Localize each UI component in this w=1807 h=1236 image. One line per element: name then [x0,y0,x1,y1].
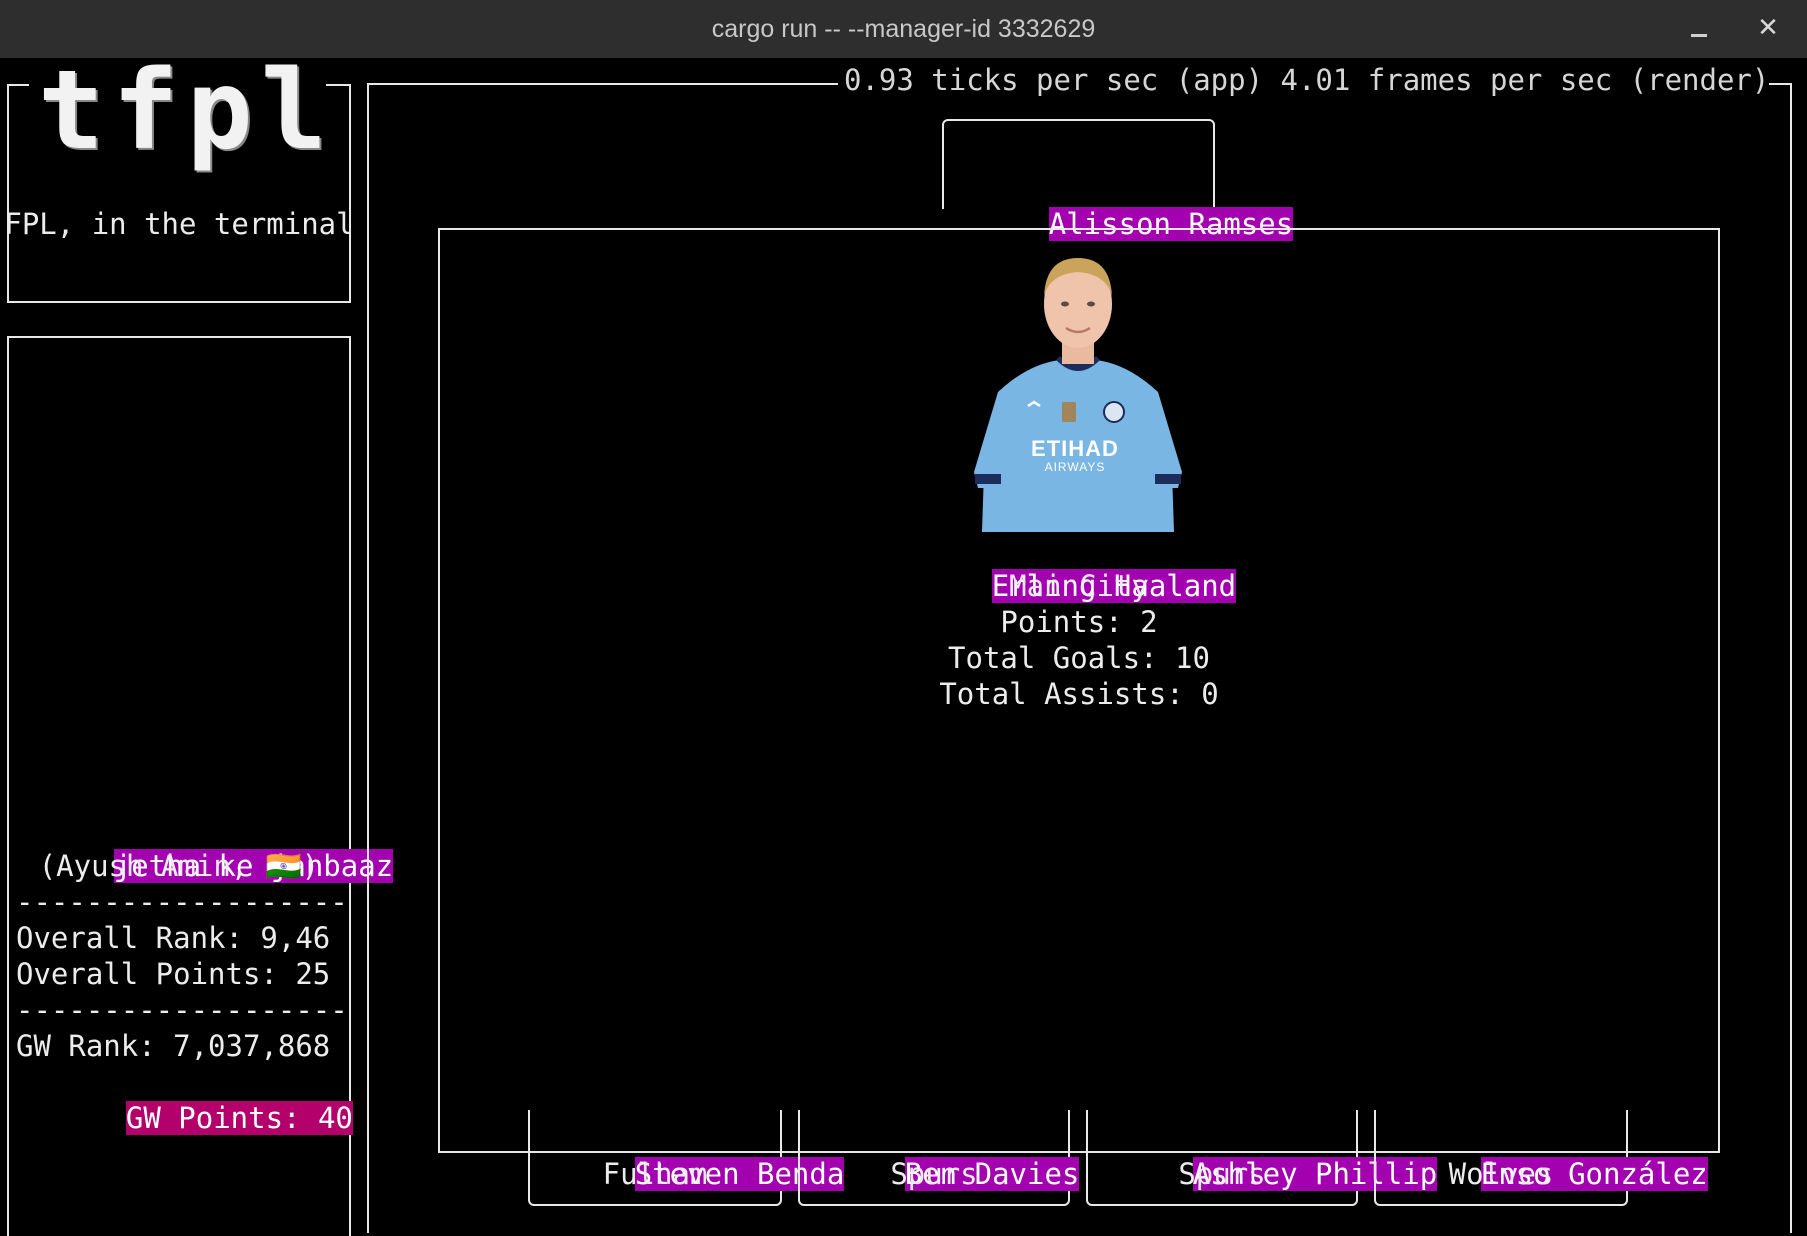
selected-player-assists: Total Assists: 0 [939,677,1219,711]
bench-player-team: Spurs [890,1157,978,1191]
gw-points-row: GW Points: 40 [9,1064,365,1172]
overall-points: Overall Points: 25 [16,957,331,991]
selected-player-points: Points: 2 [1000,605,1158,639]
app-logo: tfpl [38,46,335,174]
goalkeeper-card[interactable]: Alisson Ramses [942,119,1294,241]
logo-border-left [7,84,29,86]
bench-player-card[interactable]: Ben Davies Spurs [798,1110,1080,1206]
bench-player-team: Wolves [1448,1157,1554,1191]
close-icon: ✕ [1757,13,1779,43]
terminal-area: tfpl FPL, in the terminal jetha ke janba… [0,46,1807,1236]
manager-owner: (Ayush Amin, 🇮🇳) [38,849,320,883]
bench-player-team: Fulham [602,1157,708,1191]
window-title: cargo run -- --manager-id 3332629 [711,14,1096,43]
bench-player-card[interactable]: Steven Benda Fulham [528,1110,845,1206]
bench-player-card[interactable]: Enso González Wolves [1374,1110,1708,1206]
bench-player-card[interactable]: Ashley Phillip Spurs [1086,1110,1438,1206]
render-stats: 0.93 ticks per sec (app) 4.01 frames per… [838,62,1770,98]
bench-player-team: Spurs [1178,1157,1266,1191]
gw-points: GW Points: 40 [125,1101,353,1135]
player-photo [974,258,1182,532]
separator-1: ------------------- [16,885,348,919]
overall-rank: Overall Rank: 9,46 [16,921,331,955]
close-button[interactable]: ✕ [1750,10,1786,46]
gw-rank: GW Rank: 7,037,868 [16,1029,331,1063]
shirt-sponsor-sub: AIRWAYS [1044,460,1106,474]
manager-panel: jetha ke janbaaz (Ayush Amin, 🇮🇳) ------… [7,336,394,1236]
selected-player-goals: Total Goals: 10 [948,641,1210,675]
separator-2: ------------------- [16,993,348,1027]
shirt-sponsor: ETIHAD [1031,436,1119,461]
app-tagline: FPL, in the terminal [4,207,354,241]
minimize-button[interactable] [1681,10,1717,46]
selected-player-team: Man City [1009,569,1149,603]
minimize-icon [1691,33,1707,37]
